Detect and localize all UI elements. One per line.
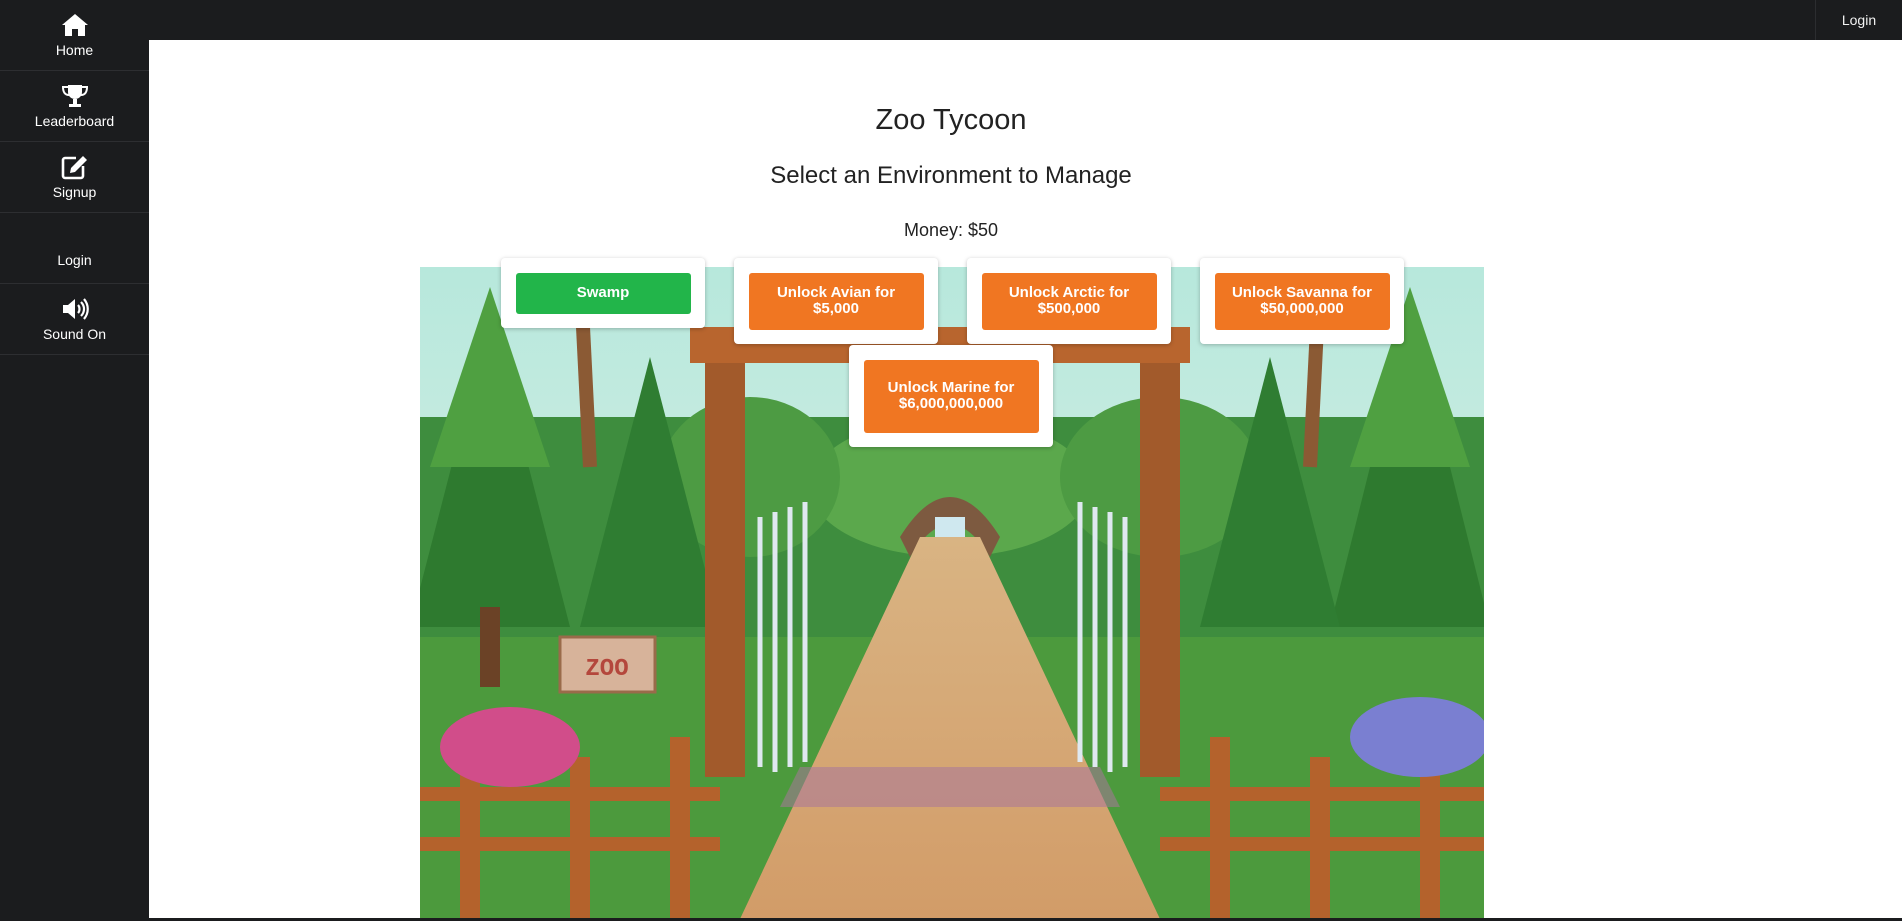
- sidebar-item-sound[interactable]: Sound On: [0, 284, 149, 355]
- main-content: Zoo Tycoon Select an Environment to Mana…: [149, 40, 1902, 921]
- home-icon: [61, 14, 88, 36]
- sidebar-item-home[interactable]: Home: [0, 0, 149, 71]
- environment-card-arctic: Unlock Arctic for $500,000: [967, 258, 1171, 344]
- sidebar-item-label: Home: [55, 42, 94, 58]
- sidebar-item-label: Login: [57, 252, 92, 268]
- sidebar-item-label: Leaderboard: [34, 113, 115, 129]
- environment-card-marine: Unlock Marine for $6,000,000,000: [849, 345, 1053, 447]
- environment-card-avian: Unlock Avian for $5,000: [734, 258, 938, 344]
- edit-icon: [61, 156, 87, 180]
- money-display: Money: $50: [903, 220, 999, 240]
- topbar-login-link[interactable]: Login: [1815, 0, 1902, 40]
- environment-card-savanna: Unlock Savanna for $50,000,000: [1200, 258, 1404, 344]
- page-title: Zoo Tycoon: [875, 104, 1027, 136]
- sidebar-item-signup[interactable]: Signup: [0, 142, 149, 213]
- unlock-arctic-button[interactable]: Unlock Arctic for $500,000: [981, 272, 1157, 330]
- sidebar-item-label: Sound On: [42, 326, 107, 342]
- unlock-avian-button[interactable]: Unlock Avian for $5,000: [748, 272, 924, 330]
- top-bar: Login: [0, 0, 1902, 40]
- page-subtitle: Select an Environment to Manage: [770, 162, 1132, 189]
- sidebar-item-leaderboard[interactable]: Leaderboard: [0, 71, 149, 142]
- trophy-icon: [61, 85, 88, 107]
- zoo-sign-text: ZOO: [585, 656, 628, 683]
- unlock-marine-button[interactable]: Unlock Marine for $6,000,000,000: [863, 359, 1039, 433]
- sidebar-item-label: Signup: [52, 184, 97, 200]
- environment-card-swamp: Swamp: [501, 258, 705, 328]
- unlock-savanna-button[interactable]: Unlock Savanna for $50,000,000: [1214, 272, 1390, 330]
- speaker-icon: [62, 298, 89, 320]
- sidebar: Home Leaderboard Signup Login Sound On: [0, 0, 149, 921]
- swamp-button[interactable]: Swamp: [515, 272, 691, 314]
- sidebar-item-login[interactable]: Login: [0, 213, 149, 284]
